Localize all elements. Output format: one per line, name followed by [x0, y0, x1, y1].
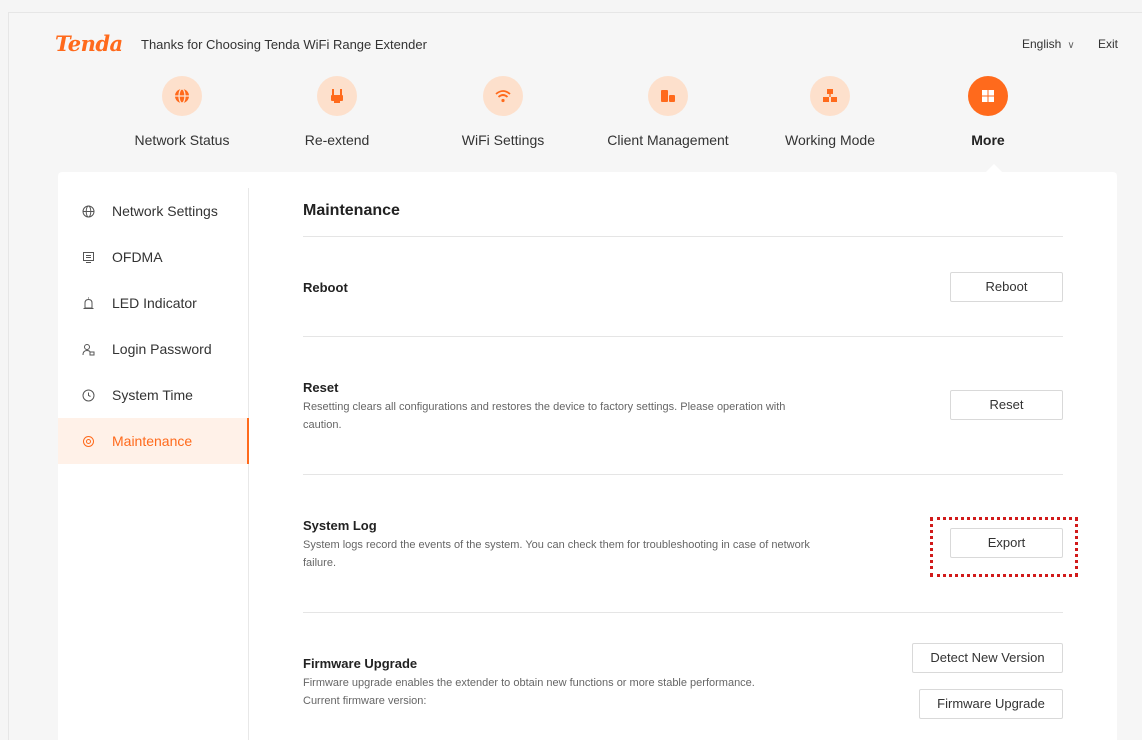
sidebar-item-maintenance[interactable]: Maintenance — [58, 418, 249, 464]
sidebar-item-label: Login Password — [112, 341, 212, 357]
chevron-down-icon: ∨ — [1067, 40, 1075, 51]
nav-re-extend[interactable]: Re-extend — [257, 76, 417, 148]
system-log-description: System logs record the events of the sys… — [303, 539, 810, 569]
reboot-button[interactable]: Reboot — [950, 272, 1063, 302]
more-icon — [968, 76, 1008, 116]
clients-icon — [648, 76, 688, 116]
divider — [303, 336, 1063, 337]
globe-icon — [81, 204, 95, 218]
sidebar-item-network-settings[interactable]: Network Settings — [58, 188, 248, 234]
sidebar-item-label: Network Settings — [112, 203, 218, 219]
export-highlight-box — [930, 517, 1078, 577]
nav-label: Re-extend — [304, 132, 370, 148]
maintenance-icon — [81, 434, 95, 448]
tenda-logo: Tenda — [55, 31, 123, 56]
maintenance-content: Maintenance Reboot Reboot Reset Resettin… — [303, 172, 1063, 740]
monitor-icon — [81, 250, 95, 264]
sidebar-item-ofdma[interactable]: OFDMA — [58, 234, 248, 280]
led-icon — [81, 296, 95, 310]
reboot-title: Reboot — [303, 280, 348, 295]
nav-wifi-settings[interactable]: WiFi Settings — [423, 76, 583, 148]
sidebar-item-label: System Time — [112, 387, 193, 403]
sidebar-item-label: OFDMA — [112, 249, 163, 265]
reset-button[interactable]: Reset — [950, 390, 1063, 420]
extender-icon — [317, 76, 357, 116]
divider — [303, 236, 1063, 237]
wifi-icon — [483, 76, 523, 116]
firmware-version-label: Current firmware version: — [303, 695, 427, 707]
sidebar-item-label: LED Indicator — [112, 295, 197, 311]
nav-label: More — [971, 132, 1005, 148]
divider — [303, 474, 1063, 475]
nav-client-management[interactable]: Client Management — [588, 76, 748, 148]
sidebar-item-led-indicator[interactable]: LED Indicator — [58, 280, 248, 326]
nav-label: Working Mode — [784, 132, 875, 148]
nav-network-status[interactable]: Network Status — [102, 76, 262, 148]
main-nav: Network Status Re-extend WiFi Settings C… — [0, 76, 1142, 166]
sidebar-item-label: Maintenance — [112, 433, 193, 449]
page-title: Maintenance — [303, 202, 400, 219]
reset-description: Resetting clears all configurations and … — [303, 401, 786, 431]
main-panel: Network Settings OFDMA LED Indicator Log… — [58, 172, 1117, 740]
detect-new-version-button[interactable]: Detect New Version — [912, 643, 1063, 673]
language-select[interactable]: English ∨ — [1022, 37, 1075, 51]
user-lock-icon — [81, 342, 95, 356]
reset-title: Reset — [303, 380, 339, 395]
system-log-title: System Log — [303, 518, 377, 533]
globe-icon — [162, 76, 202, 116]
divider — [303, 612, 1063, 613]
header-tagline: Thanks for Choosing Tenda WiFi Range Ext… — [141, 37, 427, 52]
nav-label: WiFi Settings — [461, 132, 545, 148]
exit-link[interactable]: Exit — [1098, 37, 1118, 51]
top-bar: Tenda Thanks for Choosing Tenda WiFi Ran… — [0, 0, 1142, 62]
sidebar-item-system-time[interactable]: System Time — [58, 372, 248, 418]
nav-more[interactable]: More — [908, 76, 1068, 148]
firmware-upgrade-title: Firmware Upgrade — [303, 656, 418, 671]
mode-icon — [810, 76, 850, 116]
nav-label: Client Management — [607, 132, 729, 148]
firmware-upgrade-button[interactable]: Firmware Upgrade — [919, 689, 1063, 719]
sidebar-item-login-password[interactable]: Login Password — [58, 326, 248, 372]
firmware-description: Firmware upgrade enables the extender to… — [303, 677, 755, 689]
sidebar: Network Settings OFDMA LED Indicator Log… — [58, 188, 249, 740]
nav-working-mode[interactable]: Working Mode — [750, 76, 910, 148]
nav-label: Network Status — [134, 132, 230, 148]
clock-icon — [81, 388, 95, 402]
language-label: English — [1022, 37, 1062, 51]
